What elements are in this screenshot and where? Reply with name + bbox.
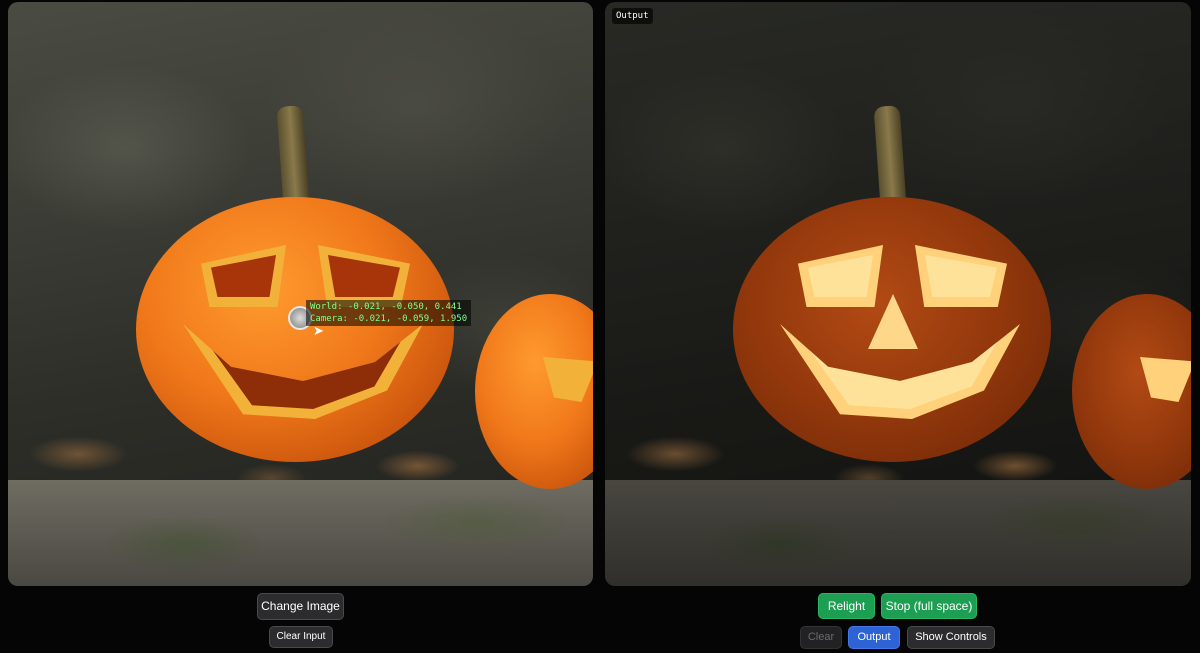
camera-coordinates: Camera: -0.021, -0.059, 1.950 xyxy=(310,314,468,324)
change-image-button[interactable]: Change Image xyxy=(257,593,344,620)
stone-ledge xyxy=(8,480,593,586)
stop-full-space-button[interactable]: Stop (full space) xyxy=(881,593,977,619)
stone-ledge xyxy=(605,480,1191,586)
output-label: Output xyxy=(612,8,653,24)
clear-button[interactable]: Clear xyxy=(800,626,842,649)
input-image-panel[interactable]: World: -0.021, -0.050, 0.441 Camera: -0.0… xyxy=(8,2,593,586)
probe-coordinates-readout: World: -0.021, -0.050, 0.441 Camera: -0.0… xyxy=(306,300,472,326)
mouse-pointer-icon: ➤ xyxy=(313,323,324,338)
jack-o-lantern-large xyxy=(136,197,454,462)
output-button[interactable]: Output xyxy=(848,626,900,649)
show-controls-button[interactable]: Show Controls xyxy=(907,626,995,649)
input-photo xyxy=(8,2,593,586)
relight-button[interactable]: Relight xyxy=(818,593,875,619)
output-image-panel: Output xyxy=(605,2,1191,586)
world-coordinates: World: -0.021, -0.050, 0.441 xyxy=(310,302,462,312)
output-photo xyxy=(605,2,1191,586)
clear-input-button[interactable]: Clear Input xyxy=(269,626,333,648)
